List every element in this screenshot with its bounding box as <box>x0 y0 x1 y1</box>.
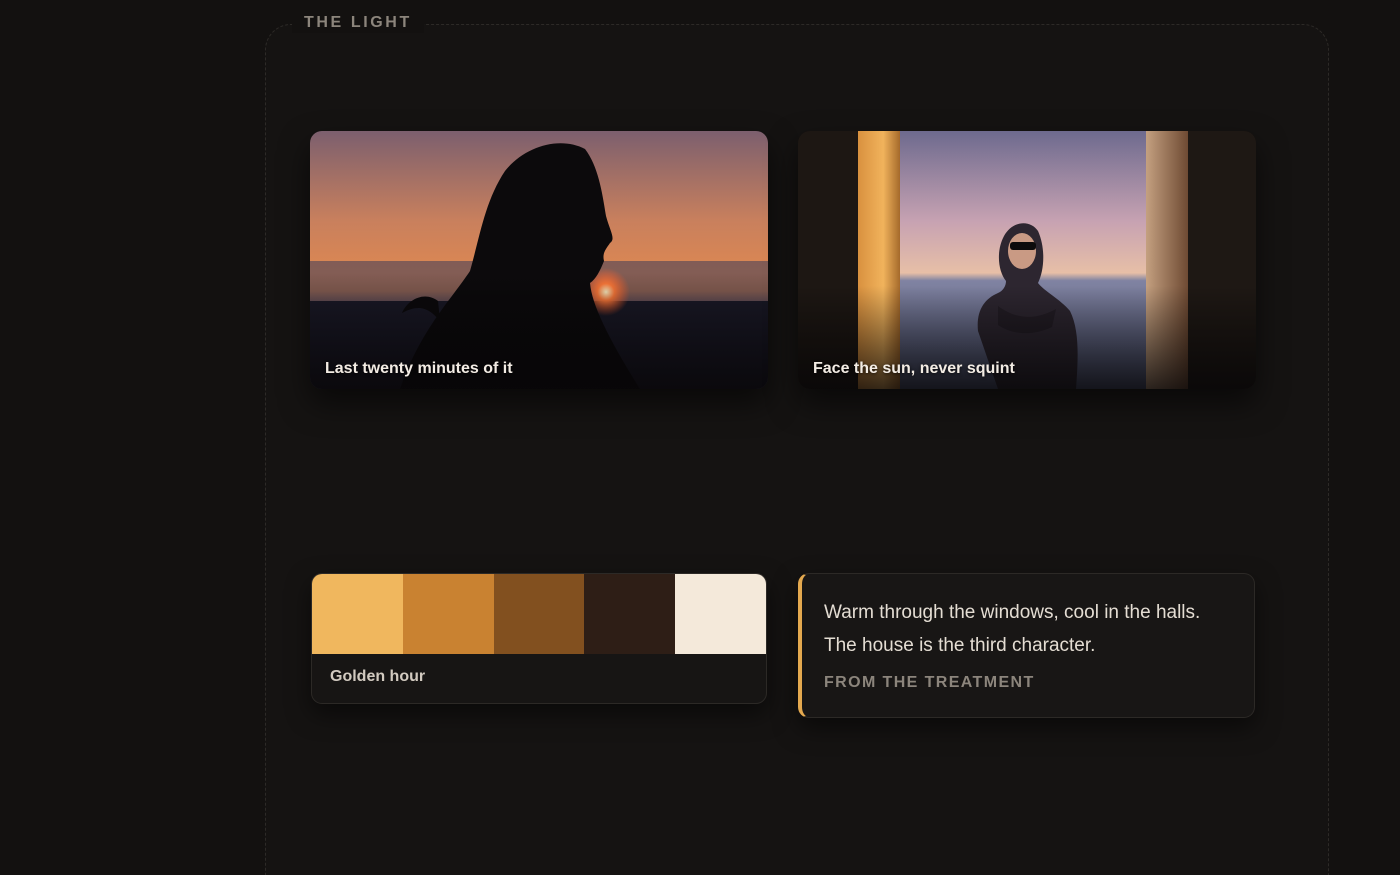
film-still-sunset-silhouette[interactable]: Last twenty minutes of it <box>310 131 768 389</box>
swatch[interactable] <box>675 574 766 654</box>
palette-swatches <box>312 574 766 654</box>
quote-source: FROM THE TREATMENT <box>824 674 1035 691</box>
still-caption: Face the sun, never squint <box>813 360 1015 377</box>
page: THE LIGHT Last twenty minutes of it Face… <box>0 0 1400 875</box>
film-still-columns-portrait[interactable]: Face the sun, never squint <box>798 131 1256 389</box>
palette-name: Golden hour <box>330 668 426 685</box>
section-label: THE LIGHT <box>292 13 424 33</box>
quote-text: Warm through the windows, cool in the ha… <box>824 602 1201 656</box>
quote-card[interactable]: Warm through the windows, cool in the ha… <box>798 573 1255 718</box>
sunset-silhouette-image <box>310 131 768 389</box>
swatch[interactable] <box>312 574 403 654</box>
swatch[interactable] <box>402 574 494 654</box>
still-caption: Last twenty minutes of it <box>325 360 513 377</box>
color-palette-card[interactable]: Golden hour <box>311 573 767 704</box>
columns-portrait-image <box>798 131 1256 389</box>
swatch[interactable] <box>584 574 676 654</box>
swatch[interactable] <box>493 574 585 654</box>
